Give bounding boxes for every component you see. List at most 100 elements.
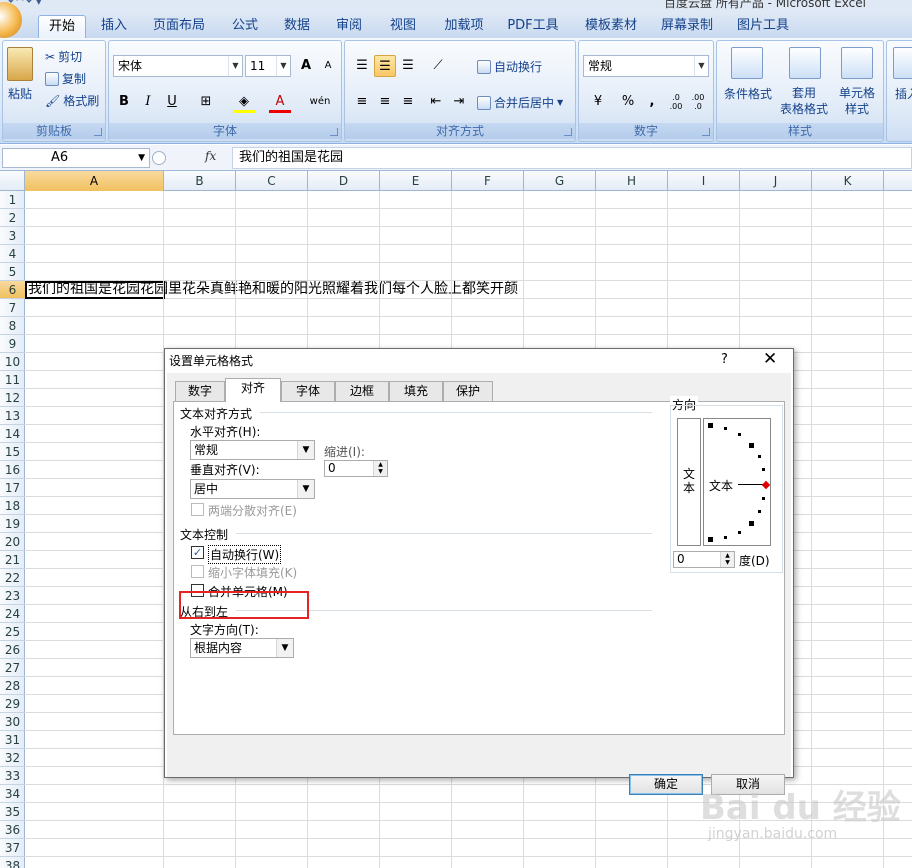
tab-protection[interactable]: 保护	[443, 381, 493, 401]
column-header-h[interactable]: H	[596, 171, 668, 191]
row-header-17[interactable]: 17	[0, 479, 25, 497]
align-bottom-button[interactable]: ☰	[397, 55, 419, 77]
row-header-37[interactable]: 37	[0, 839, 25, 857]
tab-home[interactable]: 开始	[38, 15, 86, 38]
orientation-dial[interactable]: 文本	[703, 418, 771, 546]
orientation-button[interactable]: ⟋	[425, 55, 451, 77]
row-header-29[interactable]: 29	[0, 695, 25, 713]
row-header-34[interactable]: 34	[0, 785, 25, 803]
tab-alignment[interactable]: 对齐	[225, 378, 281, 402]
ok-button[interactable]: 确定	[629, 774, 703, 795]
wrap-text-checkbox[interactable]: ✓	[191, 546, 204, 559]
tab-page-layout[interactable]: 页面布局	[146, 15, 212, 38]
wrap-text-button[interactable]: 自动换行	[477, 58, 542, 75]
insert-cells-icon[interactable]	[893, 47, 912, 79]
tab-data[interactable]: 数据	[274, 15, 320, 38]
row-header-9[interactable]: 9	[0, 335, 25, 353]
clipboard-launcher-icon[interactable]	[94, 128, 102, 136]
row-header-4[interactable]: 4	[0, 245, 25, 263]
row-header-7[interactable]: 7	[0, 299, 25, 317]
column-header-i[interactable]: I	[668, 171, 740, 191]
accounting-button[interactable]: ¥	[583, 91, 613, 113]
shrink-font-button[interactable]: A	[317, 55, 339, 77]
formula-expand-icon[interactable]	[152, 151, 166, 165]
increase-indent-button[interactable]: ⇥	[448, 91, 470, 113]
copy-button[interactable]: 复制	[45, 70, 86, 87]
row-header-20[interactable]: 20	[0, 533, 25, 551]
row-header-26[interactable]: 26	[0, 641, 25, 659]
number-launcher-icon[interactable]	[702, 128, 710, 136]
text-direction-select[interactable]: 根据内容 ▼	[190, 638, 294, 658]
comma-button[interactable]: ,	[641, 91, 663, 113]
increase-decimal-button[interactable]: .0 .00	[665, 91, 687, 113]
column-header-k[interactable]: K	[812, 171, 884, 191]
tab-fill[interactable]: 填充	[389, 381, 443, 401]
tab-number[interactable]: 数字	[175, 381, 225, 401]
underline-button[interactable]: U	[161, 91, 183, 113]
cell-styles-icon[interactable]	[841, 47, 873, 79]
align-middle-button[interactable]: ☰	[374, 55, 396, 77]
row-header-14[interactable]: 14	[0, 425, 25, 443]
row-header-36[interactable]: 36	[0, 821, 25, 839]
row-header-25[interactable]: 25	[0, 623, 25, 641]
merge-center-button[interactable]: 合并后居中 ▼	[477, 94, 563, 111]
name-box[interactable]: A6 ▼	[2, 148, 150, 168]
row-header-30[interactable]: 30	[0, 713, 25, 731]
italic-button[interactable]: I	[137, 91, 159, 113]
align-top-button[interactable]: ☰	[351, 55, 373, 77]
row-header-11[interactable]: 11	[0, 371, 25, 389]
row-header-32[interactable]: 32	[0, 749, 25, 767]
number-format-select[interactable]: 常规 ▼	[583, 55, 709, 77]
tab-font[interactable]: 字体	[281, 381, 335, 401]
row-header-5[interactable]: 5	[0, 263, 25, 281]
cell-styles-button[interactable]: 单元格 样式	[835, 85, 879, 117]
row-header-1[interactable]: 1	[0, 191, 25, 209]
column-header-e[interactable]: E	[380, 171, 452, 191]
paste-button[interactable]: 粘贴	[8, 85, 32, 102]
tab-insert[interactable]: 插入	[90, 15, 138, 38]
tab-view[interactable]: 视图	[380, 15, 426, 38]
row-header-28[interactable]: 28	[0, 677, 25, 695]
row-header-16[interactable]: 16	[0, 461, 25, 479]
row-header-35[interactable]: 35	[0, 803, 25, 821]
percent-button[interactable]: %	[617, 91, 639, 113]
font-name-select[interactable]: 宋体 ▼	[113, 55, 243, 77]
row-header-22[interactable]: 22	[0, 569, 25, 587]
close-button[interactable]: ✕	[763, 349, 777, 369]
alignment-launcher-icon[interactable]	[564, 128, 572, 136]
cut-button[interactable]: ✂ 剪切	[45, 48, 82, 65]
row-header-27[interactable]: 27	[0, 659, 25, 677]
tab-picture-tools[interactable]: 图片工具	[730, 15, 796, 38]
row-header-13[interactable]: 13	[0, 407, 25, 425]
paste-icon[interactable]	[7, 47, 33, 81]
row-header-23[interactable]: 23	[0, 587, 25, 605]
column-header-g[interactable]: G	[524, 171, 596, 191]
row-header-18[interactable]: 18	[0, 497, 25, 515]
row-header-24[interactable]: 24	[0, 605, 25, 623]
font-size-select[interactable]: 11 ▼	[245, 55, 291, 77]
select-all-corner[interactable]	[0, 171, 25, 191]
insert-cells-button[interactable]: 插入	[895, 85, 912, 102]
grow-font-button[interactable]: A	[295, 55, 317, 77]
column-header-j[interactable]: J	[740, 171, 812, 191]
row-header-38[interactable]: 38	[0, 857, 25, 868]
row-header-10[interactable]: 10	[0, 353, 25, 371]
format-as-table-button[interactable]: 套用 表格格式	[775, 85, 833, 117]
vertical-align-select[interactable]: 居中 ▼	[190, 479, 315, 499]
fill-color-button[interactable]: ◈	[233, 91, 255, 113]
tab-template[interactable]: 模板素材	[578, 15, 644, 38]
justify-distributed-checkbox[interactable]	[191, 503, 204, 516]
phonetic-button[interactable]: wén	[305, 91, 335, 113]
row-header-3[interactable]: 3	[0, 227, 25, 245]
tab-pdf-tools[interactable]: PDF工具	[502, 15, 564, 38]
indent-spinner[interactable]: 0 ▲ ▼	[324, 460, 388, 477]
row-header-8[interactable]: 8	[0, 317, 25, 335]
bold-button[interactable]: B	[113, 91, 135, 113]
format-as-table-icon[interactable]	[789, 47, 821, 79]
horizontal-align-select[interactable]: 常规 ▼	[190, 440, 315, 460]
column-header-b[interactable]: B	[164, 171, 236, 191]
help-button[interactable]: ?	[721, 352, 728, 367]
align-left-button[interactable]: ≡	[351, 91, 373, 113]
column-header-c[interactable]: C	[236, 171, 308, 191]
decrease-decimal-button[interactable]: .00 .0	[687, 91, 709, 113]
